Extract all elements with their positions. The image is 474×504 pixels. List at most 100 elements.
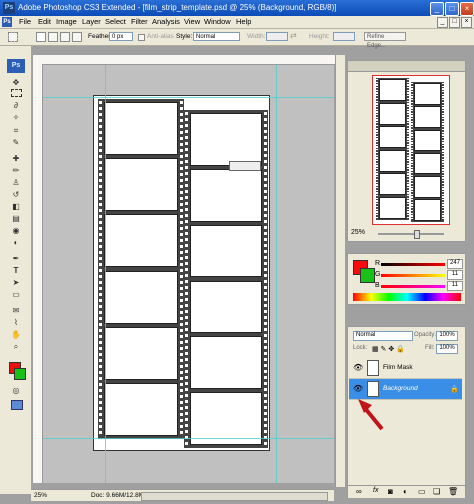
menu-image[interactable]: Image	[56, 17, 77, 26]
menu-view[interactable]: View	[184, 17, 200, 26]
document-icon[interactable]: Ps	[2, 17, 12, 27]
blend-mode-select[interactable]: Normal	[353, 331, 413, 341]
b-value[interactable]: 11	[447, 281, 463, 291]
transform-handle[interactable]	[229, 161, 261, 171]
color-spectrum-bar[interactable]	[353, 293, 461, 301]
b-slider[interactable]	[381, 285, 445, 288]
hand-tool-icon[interactable]: ✋	[10, 330, 22, 339]
menu-layer[interactable]: Layer	[82, 17, 101, 26]
visibility-eye-icon[interactable]: 👁	[353, 363, 363, 372]
notes-tool-icon[interactable]: ✉	[10, 306, 22, 315]
width-input[interactable]	[266, 32, 288, 41]
menu-select[interactable]: Select	[105, 17, 126, 26]
swap-icon[interactable]: ⇄	[290, 31, 297, 40]
layer-name[interactable]: Background	[383, 385, 418, 392]
menu-edit[interactable]: Edit	[38, 17, 51, 26]
add-selection-icon[interactable]	[48, 32, 58, 42]
eyedropper-icon[interactable]: ⌇	[10, 318, 22, 327]
history-brush-icon[interactable]: ↺	[10, 190, 22, 199]
link-icon[interactable]: ∞	[356, 487, 362, 496]
marquee-tool-preset-icon[interactable]	[8, 32, 18, 42]
vertical-scrollbar[interactable]	[335, 55, 345, 487]
refine-edge-button[interactable]: Refine Edge...	[364, 32, 406, 49]
slice-tool-icon[interactable]: ✎	[10, 138, 22, 147]
menu-filter[interactable]: Filter	[131, 17, 148, 26]
maximize-button[interactable]: □	[445, 2, 459, 16]
navigator-zoom-slider[interactable]	[378, 233, 444, 235]
menu-analysis[interactable]: Analysis	[152, 17, 180, 26]
r-value[interactable]: 247	[447, 259, 463, 269]
status-zoom[interactable]: 25%	[34, 492, 47, 499]
trash-icon[interactable]: 🗑	[448, 487, 458, 496]
visibility-eye-icon[interactable]: 👁	[353, 384, 363, 393]
fx-icon[interactable]: fx	[373, 487, 378, 494]
opacity-input[interactable]: 100%	[436, 331, 458, 341]
sprocket-hole	[376, 213, 378, 216]
gradient-tool-icon[interactable]: ▤	[10, 214, 22, 223]
film-frame	[378, 126, 407, 149]
lasso-tool-icon[interactable]: ∂	[10, 101, 22, 110]
blur-tool-icon[interactable]: ◉	[10, 226, 22, 235]
g-value[interactable]: 11	[447, 270, 463, 280]
folder-icon[interactable]: ▭	[418, 487, 426, 496]
layer-row-film-mask[interactable]: 👁 Film Mask	[349, 358, 462, 379]
menu-window[interactable]: Window	[204, 17, 231, 26]
mask-icon[interactable]: ◙	[388, 487, 393, 496]
dodge-tool-icon[interactable]: ◐	[10, 238, 22, 247]
zoom-tool-icon[interactable]: ⌕	[10, 342, 22, 351]
clone-stamp-icon[interactable]: ♙	[10, 178, 22, 187]
adjustment-icon[interactable]: ◐	[403, 487, 408, 496]
new-selection-icon[interactable]	[36, 32, 46, 42]
marquee-tool-icon[interactable]	[11, 89, 22, 97]
document-canvas[interactable]	[93, 95, 270, 451]
new-layer-icon[interactable]: ❏	[433, 487, 440, 496]
doc-restore-button[interactable]: □	[449, 17, 460, 28]
sprocket-hole	[185, 370, 188, 373]
background-color-swatch[interactable]	[14, 368, 26, 380]
g-slider[interactable]	[381, 274, 445, 277]
feather-input[interactable]: 0 px	[109, 32, 133, 41]
navigator-slider-thumb[interactable]	[414, 230, 420, 239]
pen-tool-icon[interactable]: ✒	[10, 254, 22, 263]
height-input[interactable]	[333, 32, 355, 41]
eraser-tool-icon[interactable]: ◧	[10, 202, 22, 211]
screen-mode-icon[interactable]	[11, 400, 23, 410]
menu-help[interactable]: Help	[236, 17, 251, 26]
shape-tool-icon[interactable]: ▭	[10, 290, 22, 299]
canvas-area[interactable]	[43, 65, 334, 483]
sprocket-hole	[407, 189, 409, 191]
lock-icons[interactable]: ▦ ✎ ✥ 🔒	[372, 345, 405, 353]
minimize-button[interactable]: _	[430, 2, 444, 16]
sprocket-hole	[376, 124, 378, 127]
quick-mask-icon[interactable]: ◎	[10, 386, 22, 395]
r-slider[interactable]	[381, 263, 445, 266]
intersect-selection-icon[interactable]	[72, 32, 82, 42]
subtract-selection-icon[interactable]	[60, 32, 70, 42]
film-frame	[190, 336, 262, 390]
brush-tool-icon[interactable]: ✏	[10, 166, 22, 175]
antialias-checkbox[interactable]	[138, 34, 145, 41]
sprocket-hole	[411, 136, 413, 139]
healing-brush-icon[interactable]: ✚	[10, 154, 22, 163]
color-background-swatch[interactable]	[360, 268, 375, 283]
close-button[interactable]: ×	[460, 2, 474, 16]
path-selection-icon[interactable]: ➤	[10, 278, 22, 287]
photoshop-logo[interactable]: Ps	[7, 59, 25, 73]
navigator-zoom[interactable]: 25%	[351, 229, 365, 236]
sprocket-hole	[376, 173, 378, 175]
horizontal-scrollbar[interactable]	[141, 492, 328, 501]
menu-file[interactable]: File	[19, 17, 31, 26]
layer-name[interactable]: Film Mask	[383, 364, 413, 371]
magic-wand-icon[interactable]: ✧	[10, 113, 22, 122]
crop-tool-icon[interactable]: ⌗	[10, 126, 22, 135]
fill-input[interactable]: 100%	[436, 344, 458, 354]
sprocket-hole	[442, 115, 444, 117]
doc-close-button[interactable]: ×	[461, 17, 472, 28]
navigator-preview[interactable]	[372, 75, 450, 225]
doc-minimize-button[interactable]: _	[437, 17, 448, 28]
type-tool-icon[interactable]: T	[10, 266, 22, 275]
move-tool-icon[interactable]: ✥	[10, 78, 22, 87]
sprocket-hole	[264, 274, 267, 277]
navigator-tabs[interactable]	[348, 61, 465, 72]
style-select[interactable]: Normal	[193, 32, 240, 41]
